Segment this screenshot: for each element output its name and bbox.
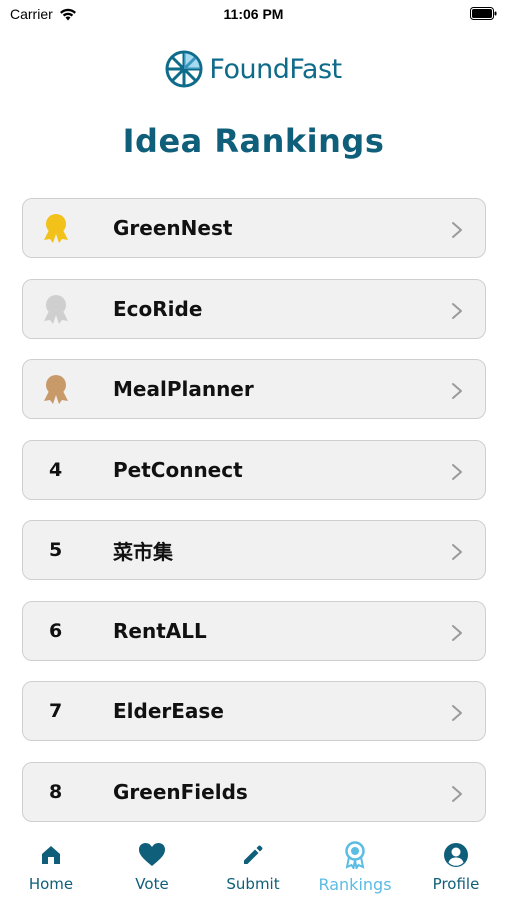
chevron-right-icon <box>452 785 462 802</box>
rank-number: 8 <box>49 780 63 803</box>
chevron-right-icon <box>452 383 462 399</box>
idea-name: EcoRide <box>113 296 203 321</box>
idea-name: ElderEase <box>113 699 224 723</box>
tab-profile[interactable]: Profile <box>411 841 501 893</box>
idea-name: MealPlanner <box>113 377 254 401</box>
page-title: Idea Rankings <box>122 122 385 160</box>
chevron-right-icon <box>452 544 462 560</box>
tab-home[interactable]: Home <box>6 841 96 893</box>
pencil-icon <box>244 845 263 864</box>
chevron-right-icon <box>452 624 462 641</box>
home-icon <box>42 846 60 864</box>
tab-label: Rankings <box>318 875 392 894</box>
ranking-row[interactable]: EcoRide <box>22 278 486 339</box>
compass-wheel-logo <box>165 50 203 88</box>
chevron-right-icon <box>452 705 462 721</box>
tab-label: Vote <box>135 875 169 893</box>
ranking-row[interactable]: MealPlanner <box>22 359 486 419</box>
logo-text: FoundFast <box>209 53 342 85</box>
idea-name: 菜市集 <box>113 539 173 564</box>
tab-label: Submit <box>226 875 280 893</box>
ranking-list: GreenNest EcoRide MealPlanner 4 PetConne… <box>22 198 486 842</box>
idea-name: PetConnect <box>113 457 243 482</box>
tab-bar: Home Vote Submit Rankings Profile <box>0 835 507 900</box>
rank-number: 7 <box>49 700 63 722</box>
chevron-right-icon <box>452 463 462 480</box>
ranking-row[interactable]: GreenNest <box>22 198 486 258</box>
idea-name: GreenNest <box>113 216 233 240</box>
tab-label: Profile <box>432 875 480 893</box>
tab-rankings[interactable]: Rankings <box>310 841 400 894</box>
chevron-right-icon <box>452 302 462 319</box>
chevron-right-icon <box>452 222 462 238</box>
status-bar: Carrier 11:06 PM <box>0 0 507 30</box>
ranking-row[interactable]: 5 菜市集 <box>22 520 486 580</box>
status-time: 11:06 PM <box>223 6 284 22</box>
heart-icon <box>139 843 165 866</box>
tab-vote[interactable]: Vote <box>107 841 197 893</box>
idea-name: RentALL <box>113 618 207 643</box>
tab-label: Home <box>28 875 74 893</box>
tab-submit[interactable]: Submit <box>208 841 298 893</box>
profile-icon <box>444 843 468 867</box>
silver-medal-icon <box>44 294 68 324</box>
app-logo: FoundFast <box>0 50 507 88</box>
award-icon <box>345 841 365 869</box>
ranking-row[interactable]: 7 ElderEase <box>22 681 486 741</box>
idea-name: GreenFields <box>113 779 248 804</box>
ranking-row[interactable]: 6 RentALL <box>22 600 486 661</box>
rank-number: 6 <box>49 619 63 642</box>
rank-number: 4 <box>49 458 63 481</box>
bronze-medal-icon <box>44 375 68 404</box>
gold-medal-icon <box>44 214 68 243</box>
battery-icon <box>470 7 497 20</box>
ranking-row[interactable]: 8 GreenFields <box>22 761 486 822</box>
ranking-row[interactable]: 4 PetConnect <box>22 439 486 500</box>
rank-number: 5 <box>49 539 63 561</box>
